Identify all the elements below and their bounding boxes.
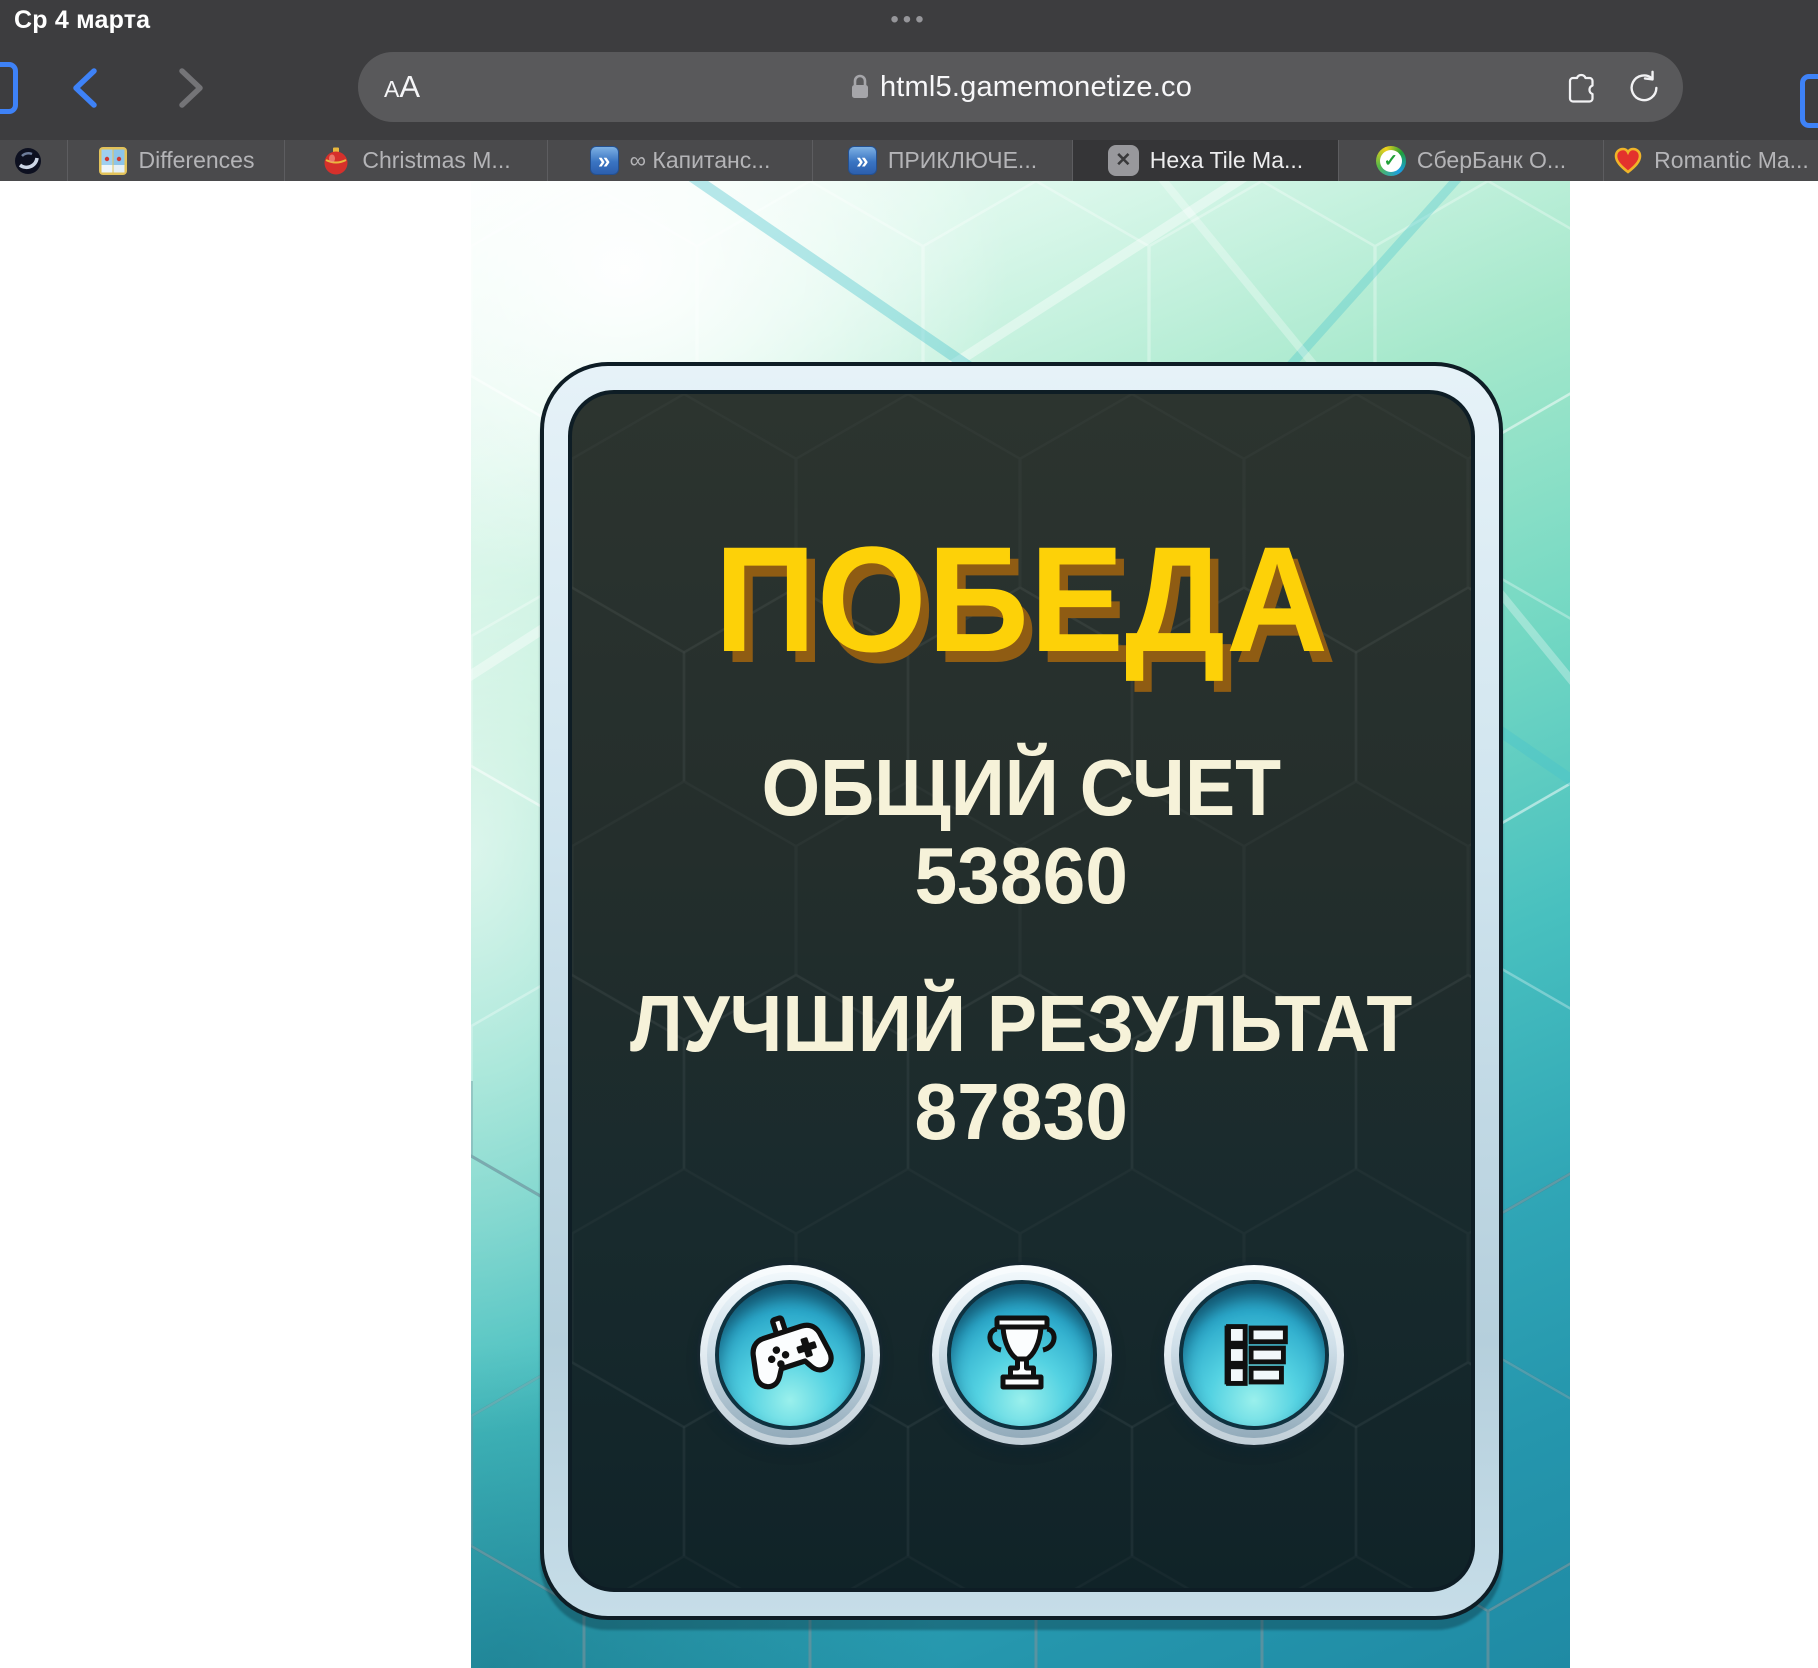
puzzle-icon [1568,73,1594,103]
chevron-right-icon [179,68,203,108]
chevrons-favicon-icon: » [589,146,619,175]
heart-favicon-icon [1614,147,1642,174]
reload-button[interactable] [1625,68,1663,106]
differences-favicon-icon [98,146,127,175]
tab-partial[interactable] [0,140,68,181]
ornament-favicon-icon [324,147,348,174]
total-score-value: 53860 [914,831,1129,920]
sber-check-glyph: ✓ [1379,149,1402,172]
victory-panel-inner: ПОБЕДА ОБЩИЙ СЧЕТ 53860 ЛУЧШИЙ РЕЗУЛЬТАТ… [568,390,1475,1592]
victory-panel: ПОБЕДА ОБЩИЙ СЧЕТ 53860 ЛУЧШИЙ РЕЗУЛЬТАТ… [540,362,1503,1620]
address-bar-actions [1559,52,1663,122]
ball-favicon-icon [15,147,41,174]
tab-label: Romantic Ma... [1654,147,1809,173]
address-bar[interactable]: AA html5.gamemonetize.co [358,52,1683,122]
leaderboard-button-face [1178,1280,1329,1430]
best-score-value: 87830 [914,1067,1129,1156]
chevrons-favicon-icon: » [847,146,877,175]
tab-priklyuche[interactable]: » ПРИКЛЮЧЕ... [813,140,1073,181]
tab-label: Differences [138,147,255,173]
game-canvas: ПОБЕДА ОБЩИЙ СЧЕТ 53860 ЛУЧШИЙ РЕЗУЛЬТАТ… [471,181,1570,1668]
tab-christmas[interactable]: Christmas M... [285,140,548,181]
play-button-face [714,1280,865,1430]
tab-romantic[interactable]: Romantic Ma... [1604,140,1818,181]
forward-button[interactable] [172,64,210,112]
tab-bar: Differences Christmas M... » ∞ Капитанс.… [0,140,1818,181]
tab-label: Christmas M... [362,147,511,173]
url-text: html5.gamemonetize.co [879,70,1193,103]
tab-kapitans[interactable]: » ∞ Капитанс... [548,140,813,181]
app-switcher-dots-icon: ••• [890,6,928,33]
best-score-label: ЛУЧШИЙ РЕЗУЛЬТАТ [630,979,1413,1068]
play-button[interactable] [696,1262,883,1448]
tab-label: СберБанк О... [1416,147,1567,173]
tab-label: Hexa Tile Ma... [1149,147,1304,173]
tab-label: ∞ Капитанс... [629,147,771,173]
reload-icon [1630,70,1658,102]
achievements-button[interactable] [928,1262,1115,1448]
gamepad-icon [750,1315,834,1390]
leaderboard-button[interactable] [1160,1262,1347,1448]
tab-hexa-tile-active[interactable]: ✕ Hexa Tile Ma... [1073,140,1339,181]
lock-icon [851,74,868,98]
tab-differences[interactable]: Differences [68,140,285,181]
tabs-overview-icon[interactable] [1800,74,1818,128]
sberbank-favicon-icon: ✓ [1375,145,1406,176]
tab-label: ПРИКЛЮЧЕ... [887,147,1038,173]
tab-sberbank[interactable]: ✓ СберБанк О... [1339,140,1604,181]
chevron-left-icon [73,68,97,108]
extensions-button[interactable] [1559,67,1599,107]
action-buttons-row [696,1262,1347,1448]
achievements-button-face [946,1280,1097,1430]
sidebar-icon[interactable] [0,62,18,114]
url-container: html5.gamemonetize.co [358,52,1683,122]
browser-chrome: Ср 4 марта ••• AA html5.gamemonetize.co [0,0,1818,140]
victory-title: ПОБЕДА [714,515,1329,683]
list-icon [1224,1324,1288,1386]
back-button[interactable] [66,64,104,112]
screen: Ср 4 марта ••• AA html5.gamemonetize.co [0,0,1818,1668]
total-score-label: ОБЩИЙ СЧЕТ [761,743,1282,832]
trophy-icon [987,1315,1056,1390]
close-tab-button[interactable]: ✕ [1107,145,1139,176]
